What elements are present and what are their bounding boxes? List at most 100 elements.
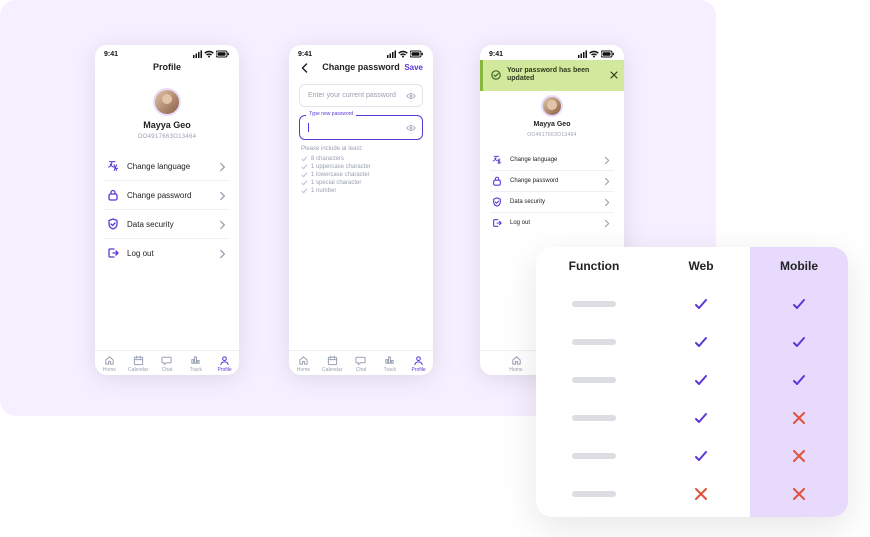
tab-track[interactable]: Track: [181, 355, 210, 373]
save-button[interactable]: Save: [404, 63, 423, 72]
tab-calendar[interactable]: Calendar: [318, 355, 347, 373]
input-placeholder: Enter your current password: [308, 92, 396, 99]
check-icon: [694, 297, 708, 311]
menu-label: Change language: [510, 157, 596, 163]
user-name: Mayya Geo: [143, 120, 191, 130]
requirement-item: 8 characters: [301, 156, 421, 162]
tab-track[interactable]: Track: [375, 355, 404, 373]
table-cell: [652, 399, 750, 437]
eye-icon[interactable]: [406, 91, 416, 101]
current-password-input[interactable]: Enter your current password: [299, 84, 423, 107]
signal-icon: [193, 50, 202, 58]
eye-icon[interactable]: [406, 123, 416, 133]
tab-profile[interactable]: Profile: [210, 355, 239, 373]
tab-home[interactable]: Home: [289, 355, 318, 373]
home-icon: [298, 355, 309, 366]
menu-change-password[interactable]: Change password: [490, 171, 614, 192]
menu-label: Change language: [127, 162, 211, 171]
phone-change-password: 9:41 Change password Save Enter your cur…: [289, 45, 433, 375]
tab-chat[interactable]: Chat: [347, 355, 376, 373]
user-id: OO4917663O13464: [527, 132, 577, 138]
avatar[interactable]: [541, 95, 563, 117]
comparison-col-web: Web: [652, 247, 750, 517]
menu-change-language[interactable]: Change language: [490, 150, 614, 171]
check-icon: [792, 373, 806, 387]
check-icon: [301, 156, 307, 162]
avatar[interactable]: [153, 88, 181, 116]
table-cell: [652, 437, 750, 475]
success-banner: Your password has been updated: [480, 60, 624, 91]
wifi-icon: [398, 50, 408, 58]
cross-icon: [793, 488, 805, 500]
chevron-right-icon: [604, 219, 612, 227]
requirements-header: Please include at least:: [301, 146, 421, 152]
home-icon: [104, 355, 115, 366]
tab-label: Chat: [356, 367, 367, 373]
check-icon: [301, 164, 307, 170]
track-icon: [384, 355, 395, 366]
menu-log-out[interactable]: Log out: [105, 239, 229, 267]
requirement-item: 1 lowercase character: [301, 172, 421, 178]
shield-icon: [107, 218, 119, 230]
skeleton-text: [572, 415, 616, 421]
menu-change-language[interactable]: Change language: [105, 152, 229, 181]
input-floating-label: Type new password: [306, 111, 356, 117]
table-cell: [652, 323, 750, 361]
status-time: 9:41: [298, 51, 312, 58]
skeleton-text: [572, 301, 616, 307]
tab-home[interactable]: Home: [95, 355, 124, 373]
status-indicators: [193, 50, 230, 58]
check-icon: [792, 335, 806, 349]
menu-data-security[interactable]: Data security: [490, 192, 614, 213]
status-bar: 9:41: [95, 45, 239, 60]
tab-calendar[interactable]: Calendar: [124, 355, 153, 373]
user-id: OO4917663O13464: [138, 134, 197, 140]
tab-label: Home: [103, 367, 116, 373]
chevron-right-icon: [604, 198, 612, 206]
skeleton-text: [572, 453, 616, 459]
profile-icon: [219, 355, 230, 366]
table-cell: [652, 361, 750, 399]
tab-chat[interactable]: Chat: [153, 355, 182, 373]
phone-profile: 9:41 Profile Mayya Geo OO4917663O13464 C…: [95, 45, 239, 375]
table-cell: [750, 437, 848, 475]
back-button[interactable]: [299, 63, 309, 73]
menu-data-security[interactable]: Data security: [105, 210, 229, 239]
check-icon: [301, 172, 307, 178]
language-icon: [492, 155, 502, 165]
table-cell: [652, 475, 750, 513]
requirement-item: 1 number: [301, 188, 421, 194]
menu-log-out[interactable]: Log out: [490, 213, 614, 233]
tab-label: Track: [384, 367, 396, 373]
wifi-icon: [589, 50, 599, 58]
tab-label: Track: [190, 367, 202, 373]
skeleton-text: [572, 377, 616, 383]
table-row: [536, 399, 652, 437]
password-requirements: Please include at least: 8 characters 1 …: [289, 140, 433, 194]
requirement-text: 1 number: [311, 188, 336, 194]
menu-label: Change password: [510, 178, 596, 184]
status-bar: 9:41: [480, 45, 624, 60]
tab-label: Calendar: [322, 367, 342, 373]
cross-icon: [793, 412, 805, 424]
new-password-input[interactable]: Type new password: [299, 115, 423, 140]
tab-profile[interactable]: Profile: [404, 355, 433, 373]
check-icon: [792, 297, 806, 311]
tab-label: Profile: [217, 367, 231, 373]
signal-icon: [387, 50, 396, 58]
tab-label: Home: [509, 367, 522, 373]
status-indicators: [578, 50, 615, 58]
table-row: [536, 437, 652, 475]
track-icon: [190, 355, 201, 366]
language-icon: [107, 160, 119, 172]
menu-change-password[interactable]: Change password: [105, 181, 229, 210]
check-icon: [694, 335, 708, 349]
chevron-left-icon: [299, 63, 309, 73]
shield-icon: [492, 197, 502, 207]
close-banner-button[interactable]: [610, 71, 618, 79]
comparison-col-function: Function: [536, 247, 652, 517]
battery-icon: [216, 50, 230, 58]
calendar-icon: [327, 355, 338, 366]
battery-icon: [410, 50, 424, 58]
wifi-icon: [204, 50, 214, 58]
